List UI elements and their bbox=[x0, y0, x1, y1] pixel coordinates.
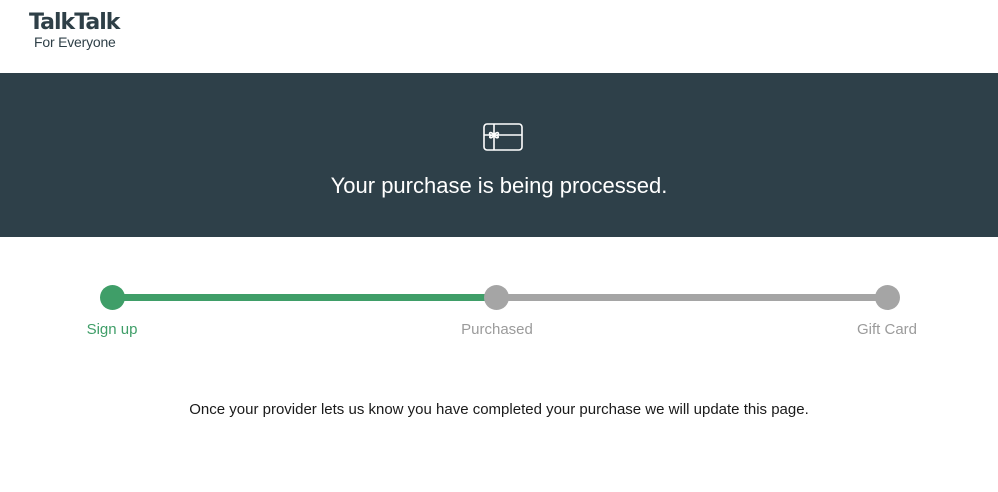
talktalk-logo[interactable]: TalkTalk For Everyone bbox=[29, 10, 120, 50]
progress-tracker: Sign up Purchased Gift Card bbox=[0, 280, 998, 350]
logo-tagline: For Everyone bbox=[34, 34, 116, 50]
step-gift-card-label: Gift Card bbox=[856, 321, 918, 338]
banner-title: Your purchase is being processed. bbox=[330, 173, 668, 198]
step-signup-label: Sign up bbox=[86, 321, 138, 338]
step-purchased-marker bbox=[484, 285, 509, 310]
page: TalkTalk For Everyone Your purchase is b… bbox=[0, 0, 998, 492]
gift-card-icon bbox=[483, 123, 523, 151]
step-purchased-label: Purchased bbox=[461, 321, 533, 338]
step-gift-card-marker bbox=[875, 285, 900, 310]
progress-line-complete bbox=[112, 294, 497, 301]
status-message: Once your provider lets us know you have… bbox=[189, 401, 809, 418]
progress-line-pending bbox=[497, 294, 887, 301]
step-signup-marker bbox=[100, 285, 125, 310]
logo-brand: TalkTalk bbox=[29, 10, 120, 35]
status-banner: Your purchase is being processed. bbox=[0, 73, 998, 237]
